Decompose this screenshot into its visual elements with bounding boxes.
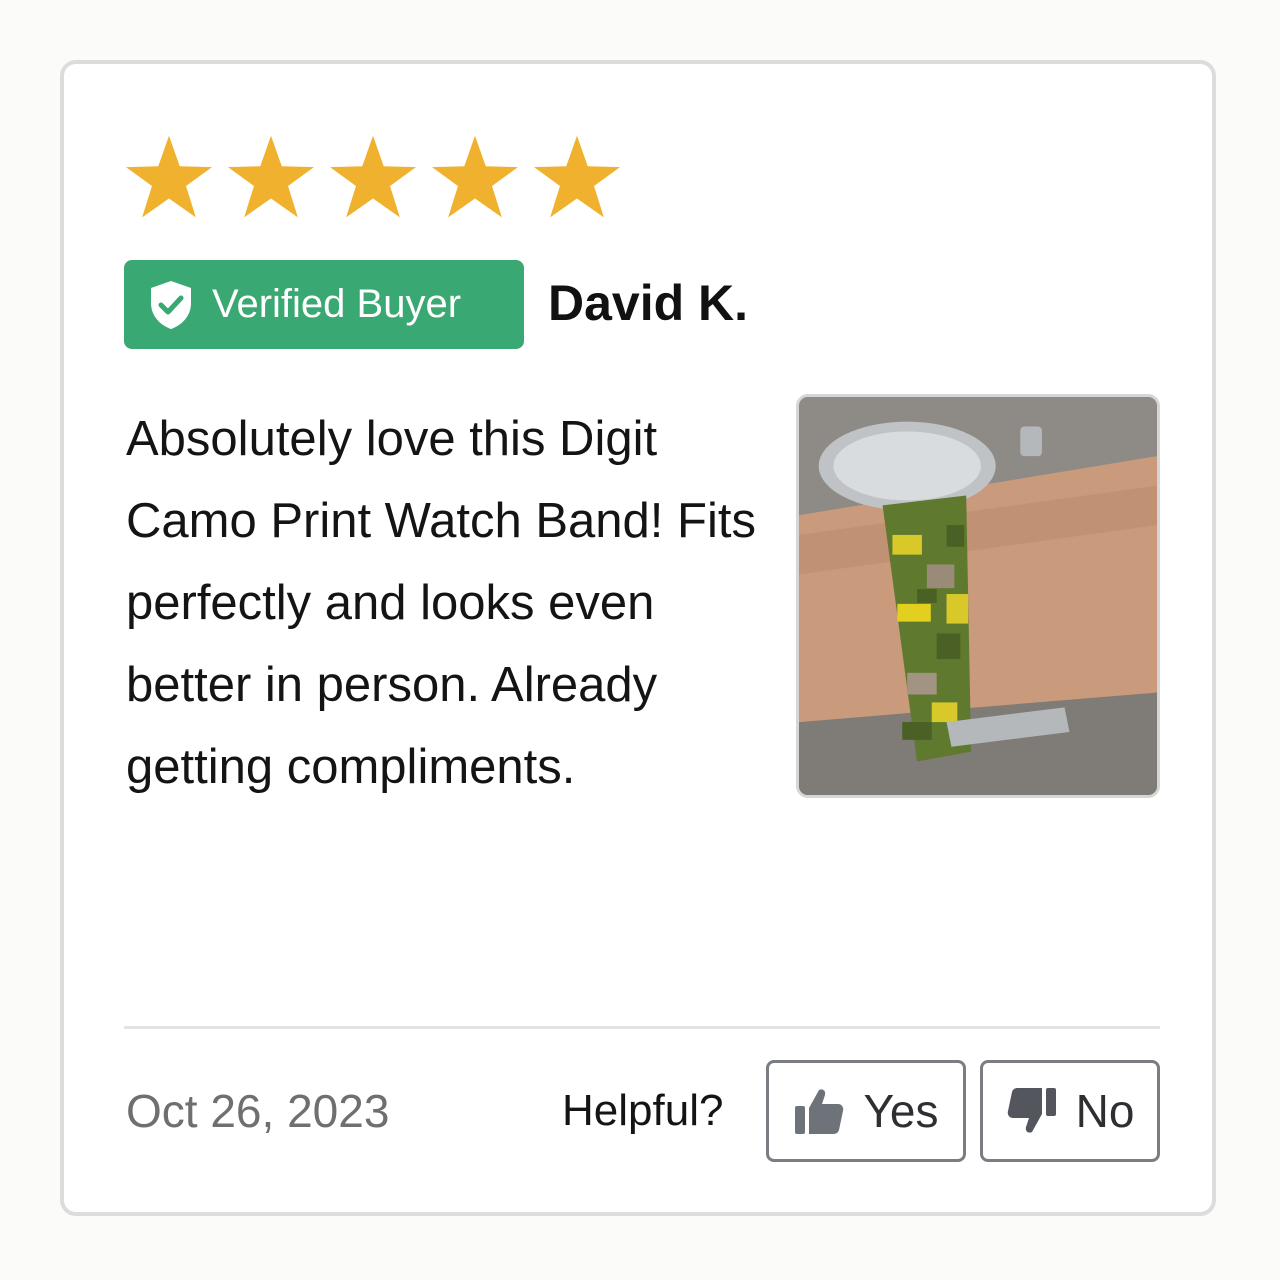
thumbs-down-icon: [1006, 1086, 1058, 1136]
star-icon: [226, 134, 316, 220]
helpful-yes-button[interactable]: Yes: [766, 1060, 966, 1162]
star-icon: [124, 134, 214, 220]
verified-buyer-badge: Verified Buyer: [124, 260, 524, 349]
star-icon: [532, 134, 622, 220]
yes-label: Yes: [863, 1085, 939, 1137]
star-icon: [328, 134, 418, 220]
helpful-no-button[interactable]: No: [980, 1060, 1160, 1162]
no-label: No: [1075, 1085, 1135, 1137]
shield-check-icon: [148, 279, 194, 331]
thumbs-up-icon: [793, 1086, 845, 1136]
star-icon: [430, 134, 520, 220]
verified-buyer-label: Verified Buyer: [212, 282, 462, 326]
reviewer-name: David K.: [548, 275, 749, 331]
footer-divider: [124, 1026, 1160, 1029]
review-card: Verified Buyer David K. Absolutely love …: [60, 60, 1216, 1216]
review-photo[interactable]: [796, 394, 1160, 798]
review-text: Absolutely love this Digit Camo Print Wa…: [126, 412, 756, 794]
star-rating: [124, 134, 622, 220]
helpful-label: Helpful?: [562, 1086, 724, 1135]
review-date: Oct 26, 2023: [126, 1085, 390, 1137]
